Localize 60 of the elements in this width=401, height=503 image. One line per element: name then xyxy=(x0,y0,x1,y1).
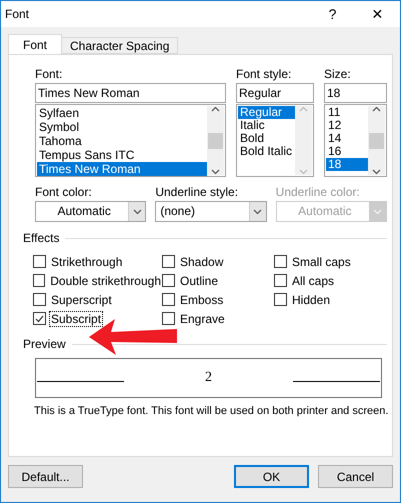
list-item[interactable]: 18 xyxy=(326,158,368,171)
checkbox[interactable]: Emboss xyxy=(162,290,274,309)
chevron-down-icon xyxy=(373,208,382,214)
dialog-button[interactable]: Default... xyxy=(8,465,83,488)
dialog-button[interactable]: OK xyxy=(234,465,309,488)
dropdown[interactable]: (none) xyxy=(155,201,267,222)
list-item[interactable]: Bold Italic xyxy=(238,145,295,158)
scroll-bar[interactable] xyxy=(207,106,224,175)
checkbox[interactable]: Subscript xyxy=(33,309,162,328)
list-item[interactable]: Regular xyxy=(238,106,295,119)
checkbox[interactable]: Shadow xyxy=(162,252,274,271)
field-label: Font style: xyxy=(236,67,292,83)
close-button[interactable]: ✕ xyxy=(355,1,400,27)
list-item[interactable]: 16 xyxy=(326,145,368,158)
tab[interactable]: Character Spacing xyxy=(61,37,178,54)
section-title: Preview xyxy=(23,337,66,351)
scroll-thumb[interactable] xyxy=(369,132,384,148)
list-item[interactable]: Symbol xyxy=(37,120,207,134)
preview-text: 2 xyxy=(205,370,212,386)
field-label: Underline color: xyxy=(276,185,361,201)
check-icon xyxy=(35,314,44,322)
chevron-down-icon xyxy=(253,208,262,214)
scroll-thumb[interactable] xyxy=(208,132,223,148)
scroll-bar[interactable] xyxy=(368,106,385,175)
checkbox[interactable]: Double strikethrough xyxy=(33,271,162,290)
field-label: Font color: xyxy=(35,185,93,201)
dropdown[interactable]: Automatic xyxy=(35,201,146,222)
checkbox[interactable]: Strikethrough xyxy=(33,252,162,271)
checkbox[interactable]: All caps xyxy=(274,271,387,290)
list-item[interactable]: Sylfaen xyxy=(37,106,207,120)
scroll-up-icon[interactable] xyxy=(211,106,220,112)
checkbox[interactable]: Engrave xyxy=(162,309,274,328)
list-item[interactable]: Bold xyxy=(238,132,295,145)
text-field[interactable]: 18 xyxy=(324,83,387,103)
checkbox[interactable]: Outline xyxy=(162,271,274,290)
section-title: Effects xyxy=(23,231,60,245)
checkbox[interactable]: Hidden xyxy=(274,290,387,309)
checkbox[interactable]: Small caps xyxy=(274,252,387,271)
checkbox[interactable]: Superscript xyxy=(33,290,162,309)
list-item[interactable]: 11 xyxy=(326,106,368,119)
dialog-button[interactable]: Cancel xyxy=(318,465,393,488)
list-item[interactable]: 12 xyxy=(326,119,368,132)
text-field[interactable]: Regular xyxy=(236,83,314,103)
list-item[interactable]: Tahoma xyxy=(37,134,207,148)
scroll-up-icon[interactable] xyxy=(372,106,381,112)
help-button[interactable]: ? xyxy=(310,1,355,27)
chevron-down-icon xyxy=(132,208,142,214)
scroll-down-icon[interactable] xyxy=(372,169,381,175)
list-item[interactable]: Italic xyxy=(238,119,295,132)
scroll-down-icon[interactable] xyxy=(211,169,220,175)
font-note: This is a TrueType font. This font will be used on both printer and screen. xyxy=(34,405,387,417)
list-item[interactable]: Times New Roman xyxy=(37,162,207,176)
field-label: Font: xyxy=(35,67,64,83)
field-label: Size: xyxy=(324,67,352,83)
tab[interactable]: Font xyxy=(8,34,62,54)
list-item[interactable]: 14 xyxy=(326,132,368,145)
field-label: Underline style: xyxy=(155,185,240,201)
list-item[interactable]: Tempus Sans ITC xyxy=(37,148,207,162)
text-field[interactable]: Times New Roman xyxy=(35,83,226,103)
window-title: Font xyxy=(5,7,30,21)
